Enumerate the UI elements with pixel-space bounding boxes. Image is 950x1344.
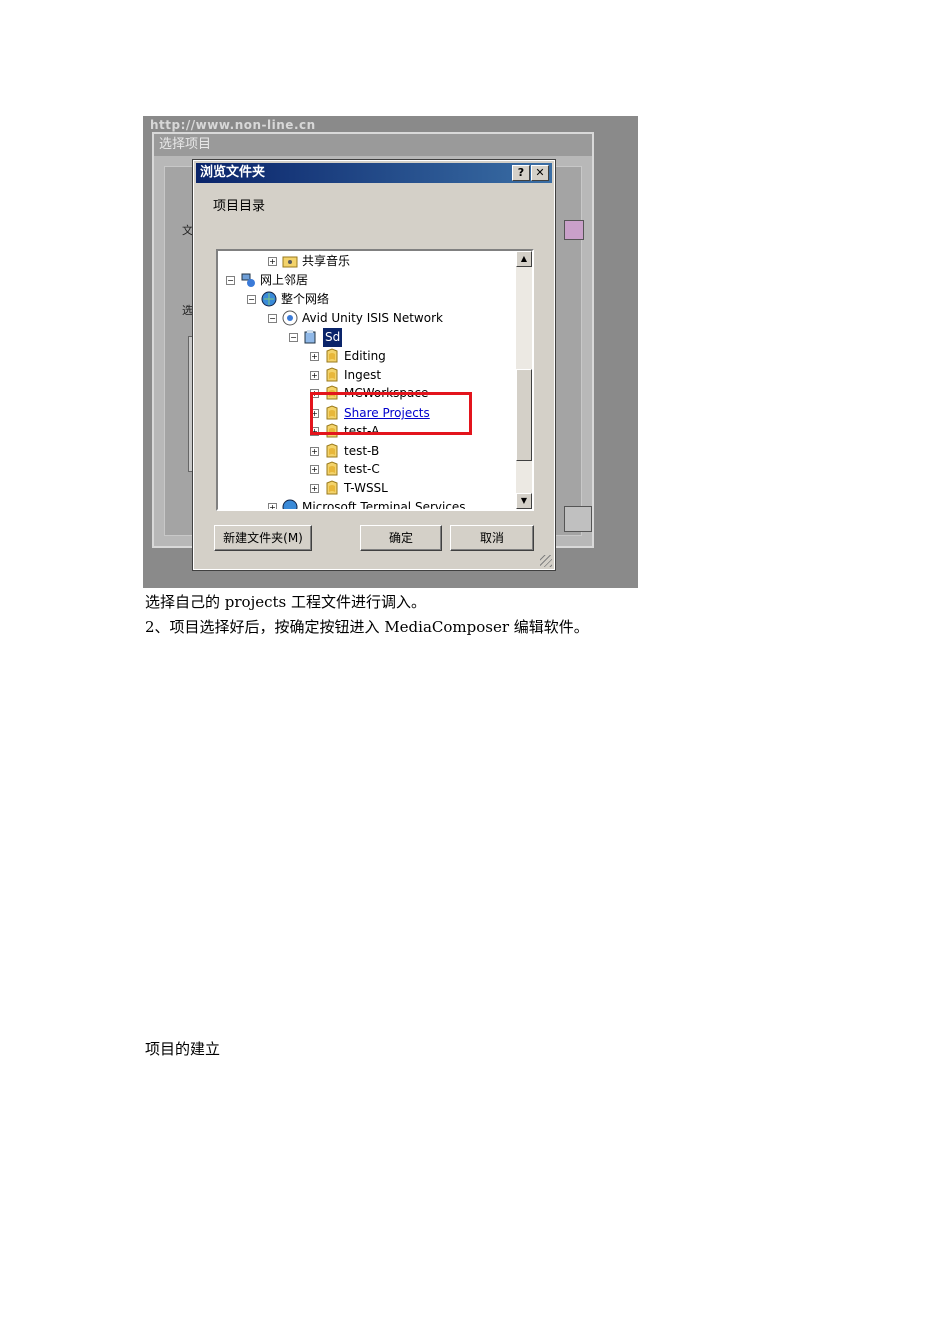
step-2-text: 2、项目选择好后，按确定按钮进入 MediaComposer 编辑软件。 — [145, 618, 589, 636]
network-icon — [282, 499, 298, 509]
ok-button[interactable]: 确定 — [360, 525, 442, 551]
dialog-titlebar[interactable]: 浏览文件夹 ? ✕ — [196, 163, 552, 183]
folder-icon — [324, 480, 340, 496]
network-places-icon — [240, 272, 256, 288]
caption-text: 选择自己的 projects 工程文件进行调入。 — [145, 593, 426, 611]
scroll-up-icon[interactable]: ▲ — [516, 251, 532, 267]
folder-icon — [324, 367, 340, 383]
expand-icon[interactable]: + — [268, 503, 277, 509]
tree-node-label: Editing — [344, 349, 386, 363]
background-browse-button[interactable] — [564, 220, 584, 240]
expand-icon[interactable]: + — [310, 447, 319, 456]
tree-node-label: Avid Unity ISIS Network — [302, 311, 443, 325]
close-button[interactable]: ✕ — [531, 165, 549, 181]
section-heading: 项目的建立 — [145, 1040, 221, 1058]
expand-icon[interactable]: + — [310, 465, 319, 474]
screenshot-figure: http://www.non-line.cn 选择项目 文 选 A s w 浏览… — [143, 116, 638, 588]
shared-music-folder-icon — [282, 253, 298, 269]
scroll-down-icon[interactable]: ▼ — [516, 493, 532, 509]
collapse-icon[interactable]: − — [268, 314, 277, 323]
highlight-box — [310, 392, 472, 435]
isis-network-icon — [282, 310, 298, 326]
scroll-thumb[interactable] — [516, 369, 532, 461]
help-button[interactable]: ? — [512, 165, 530, 181]
watermark: http://www.non-line.cn — [150, 118, 316, 132]
background-fragment: 文 — [182, 224, 193, 237]
tree-node-label: 整个网络 — [281, 292, 330, 306]
background-fragment: 选 — [182, 304, 193, 317]
tree-node-label: Microsoft Terminal Services — [302, 500, 466, 511]
resize-grip-icon[interactable] — [540, 555, 552, 567]
collapse-icon[interactable]: − — [226, 276, 235, 285]
entire-network-icon — [261, 291, 277, 307]
cancel-button[interactable]: 取消 — [450, 525, 534, 551]
collapse-icon[interactable]: − — [289, 333, 298, 342]
collapse-icon[interactable]: − — [247, 295, 256, 304]
folder-icon — [324, 461, 340, 477]
background-window-title: 选择项目 — [154, 134, 592, 156]
folder-tree[interactable]: + 共享音乐 − 网上邻居 − 整个网络 − Avid Unity ISIS Network −… — [216, 249, 534, 511]
project-directory-label: 项目目录 — [213, 199, 266, 214]
expand-icon[interactable]: + — [310, 352, 319, 361]
new-folder-button[interactable]: 新建文件夹(M) — [214, 525, 312, 551]
tree-node-label: T-WSSL — [344, 481, 388, 495]
folder-icon — [324, 443, 340, 459]
tree-node-label: 网上邻居 — [260, 273, 309, 287]
background-button[interactable] — [564, 506, 592, 532]
drive-icon — [303, 329, 319, 345]
tree-node-label: Sd — [323, 328, 343, 347]
expand-icon[interactable]: + — [310, 484, 319, 493]
tree-node-label: 共享音乐 — [302, 254, 351, 268]
tree-node-label: Ingest — [344, 368, 382, 382]
tree-node-label: test-B — [344, 444, 380, 458]
folder-icon — [324, 348, 340, 364]
tree-scrollbar[interactable]: ▲ ▼ — [516, 251, 532, 509]
dialog-title: 浏览文件夹 — [200, 165, 266, 180]
browse-folder-dialog: 浏览文件夹 ? ✕ 项目目录 + 共享音乐 − 网上邻居 − 整个网络 − Avid Unit… — [192, 159, 556, 571]
tree-node-label: test-C — [344, 462, 380, 476]
expand-icon[interactable]: + — [310, 371, 319, 380]
expand-icon[interactable]: + — [268, 257, 277, 266]
